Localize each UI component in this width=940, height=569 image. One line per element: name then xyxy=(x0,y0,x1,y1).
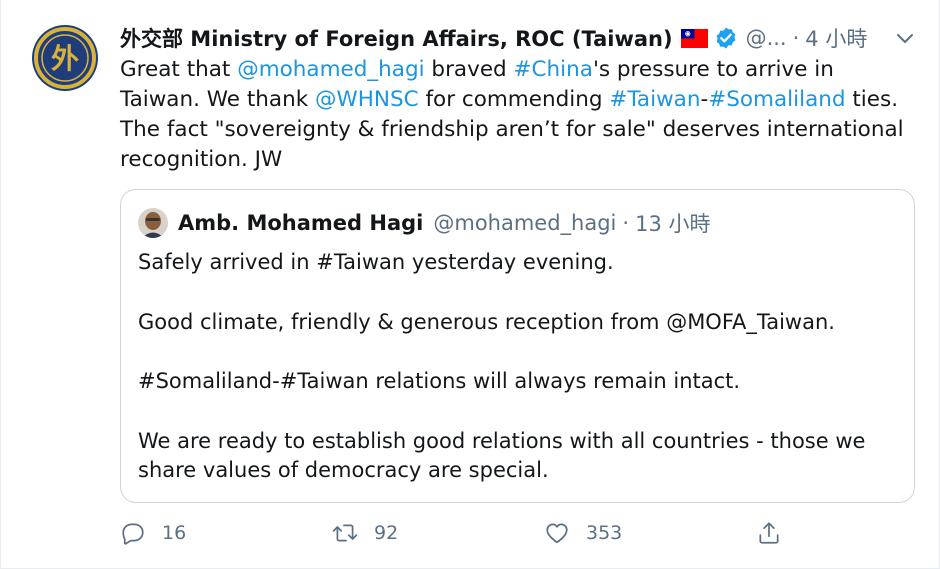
like-button[interactable]: 353 xyxy=(544,516,622,550)
tweet-text-segment: braved xyxy=(424,57,514,82)
quoted-paragraph: We are ready to establish good relations… xyxy=(138,428,866,483)
verified-badge-icon xyxy=(714,26,738,50)
share-button[interactable] xyxy=(756,516,782,550)
author-display-name[interactable]: 外交部 Ministry of Foreign Affairs, ROC (Ta… xyxy=(120,23,673,53)
heart-icon xyxy=(546,523,568,544)
mofa-emblem-icon: 外 xyxy=(29,22,101,94)
quoted-author-name: Amb. Mohamed Hagi xyxy=(178,211,424,235)
hashtag-link[interactable]: #Somaliland xyxy=(708,87,845,112)
quoted-paragraph: Good climate, friendly & generous recept… xyxy=(138,309,835,334)
like-count: 353 xyxy=(586,522,623,544)
reply-count: 16 xyxy=(162,522,187,544)
quoted-author-avatar xyxy=(138,208,168,238)
quoted-tweet[interactable]: Amb. Mohamed Hagi @mohamed_hagi · 13 小時 … xyxy=(120,189,915,503)
tweet-text: Great that @mohamed_hagi braved #China's… xyxy=(120,55,910,175)
tweet-header: 外交部 Ministry of Foreign Affairs, ROC (Ta… xyxy=(120,21,920,55)
quoted-author-handle: @mohamed_hagi xyxy=(433,211,617,235)
author-handle[interactable]: @... xyxy=(746,26,787,50)
separator-dot: · xyxy=(622,211,630,235)
mention-link[interactable]: @WHNSC xyxy=(315,87,419,112)
tweet-card[interactable]: 外 外交部 Ministry of Foreign Affairs, ROC (… xyxy=(0,0,940,569)
tweet-text-segment: for commending xyxy=(418,87,610,112)
mention-link[interactable]: @mohamed_hagi xyxy=(237,57,424,82)
tweet-action-bar: 16 92 353 xyxy=(120,516,800,550)
tweet-text-segment: Great that xyxy=(120,57,238,82)
hashtag-link[interactable]: #China xyxy=(514,57,593,82)
chevron-down-icon[interactable] xyxy=(893,26,917,50)
reply-icon xyxy=(122,523,144,545)
tweet-timestamp[interactable]: 4 小時 xyxy=(805,23,867,53)
svg-text:外: 外 xyxy=(51,42,79,75)
quoted-paragraph: #Somaliland-#Taiwan relations will alway… xyxy=(138,369,741,393)
share-icon xyxy=(759,522,779,544)
retweet-button[interactable]: 92 xyxy=(332,516,398,550)
quoted-tweet-text: Safely arrived in #Taiwan yesterday even… xyxy=(138,248,908,486)
retweet-icon xyxy=(332,524,358,542)
taiwan-flag-icon xyxy=(680,28,708,48)
hashtag-link[interactable]: #Taiwan xyxy=(609,87,700,112)
quoted-tweet-header: Amb. Mohamed Hagi @mohamed_hagi · 13 小時 xyxy=(138,206,711,240)
reply-button[interactable]: 16 xyxy=(120,516,186,550)
separator-dot: · xyxy=(792,26,800,50)
mofa-avatar[interactable]: 外 xyxy=(29,22,101,94)
quoted-paragraph: Safely arrived in #Taiwan yesterday even… xyxy=(138,250,614,274)
retweet-count: 92 xyxy=(374,522,399,544)
quoted-timestamp: 13 小時 xyxy=(635,212,711,236)
